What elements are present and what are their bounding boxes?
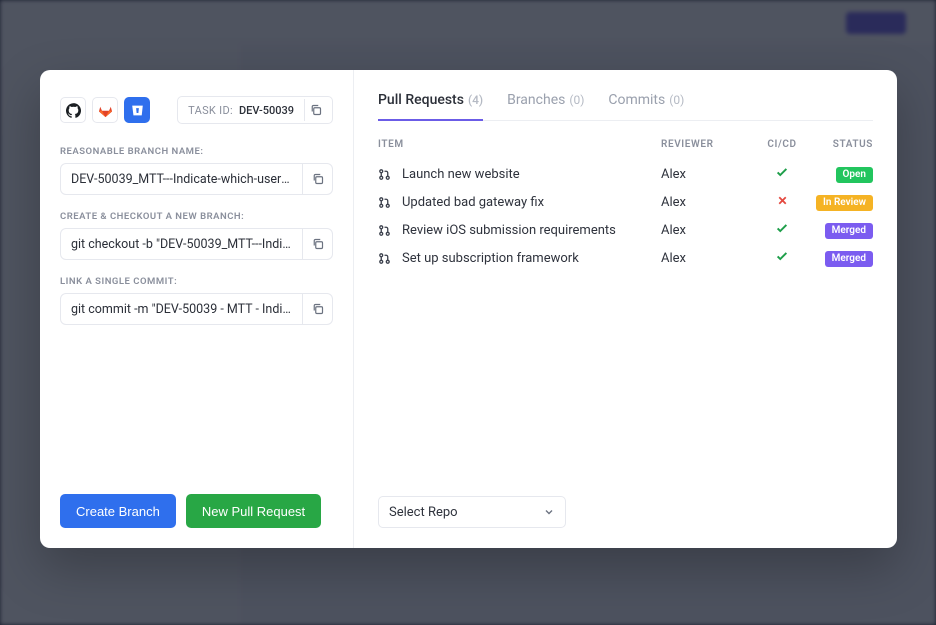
table-header-row: ITEM REVIEWER CI/CD STATUS <box>378 139 873 160</box>
tab-label: Pull Requests <box>378 92 464 108</box>
pull-request-icon <box>378 224 392 237</box>
gitlab-icon[interactable] <box>92 97 118 123</box>
copy-task-id-button[interactable] <box>304 99 326 121</box>
th-item: ITEM <box>378 139 661 150</box>
github-icon[interactable] <box>60 97 86 123</box>
table-row[interactable]: Set up subscription framework Alex Merged <box>378 244 873 272</box>
commit-value: git commit -m "DEV-50039 - MTT - Indicat… <box>61 302 302 317</box>
select-repo-label: Select Repo <box>389 505 458 520</box>
check-icon <box>775 221 789 235</box>
table-row[interactable]: Launch new website Alex Open <box>378 160 873 188</box>
x-icon <box>776 194 789 207</box>
status-badge: Open <box>836 167 874 183</box>
branch-name-label: REASONABLE BRANCH NAME: <box>60 146 333 157</box>
modal-left-panel: TASK ID: DEV-50039 REASONABLE BRANCH NAM… <box>40 70 354 548</box>
tab-count: (0) <box>669 93 684 107</box>
pr-title: Set up subscription framework <box>402 251 579 266</box>
pr-reviewer: Alex <box>661 251 757 266</box>
tab-label: Commits <box>608 92 665 108</box>
git-provider-group <box>60 97 150 123</box>
branch-name-input[interactable]: DEV-50039_MTT---Indicate-which-users-c..… <box>60 163 333 195</box>
tab-commits[interactable]: Commits (0) <box>608 92 684 120</box>
git-integration-modal: TASK ID: DEV-50039 REASONABLE BRANCH NAM… <box>40 70 897 548</box>
pr-title: Launch new website <box>402 167 520 182</box>
copy-checkout-button[interactable] <box>302 229 332 259</box>
tab-count: (4) <box>468 93 483 107</box>
table-row[interactable]: Review iOS submission requirements Alex Me… <box>378 216 873 244</box>
copy-branch-name-button[interactable] <box>302 164 332 194</box>
pr-reviewer: Alex <box>661 195 757 210</box>
status-badge: Merged <box>825 251 873 267</box>
th-status: STATUS <box>807 139 873 150</box>
task-id-box: TASK ID: DEV-50039 <box>177 96 333 124</box>
commit-label: LINK A SINGLE COMMIT: <box>60 276 333 287</box>
check-icon <box>775 165 789 179</box>
checkout-value: git checkout -b "DEV-50039_MTT---Indica.… <box>61 237 302 252</box>
task-id-label: TASK ID: <box>188 104 233 117</box>
pull-request-icon <box>378 252 392 265</box>
tab-branches[interactable]: Branches (0) <box>507 92 584 120</box>
status-badge: In Review <box>816 195 873 211</box>
pr-reviewer: Alex <box>661 223 757 238</box>
copy-commit-button[interactable] <box>302 294 332 324</box>
pr-reviewer: Alex <box>661 167 757 182</box>
pr-title: Review iOS submission requirements <box>402 223 616 238</box>
table-row[interactable]: Updated bad gateway fix Alex In Review <box>378 188 873 216</box>
branch-name-value: DEV-50039_MTT---Indicate-which-users-c..… <box>61 172 302 187</box>
task-id-value: DEV-50039 <box>239 104 294 117</box>
tab-label: Branches <box>507 92 565 108</box>
pull-request-icon <box>378 196 392 209</box>
check-icon <box>775 249 789 263</box>
modal-right-panel: Pull Requests (4) Branches (0) Commits (… <box>354 70 897 548</box>
tab-count: (0) <box>569 93 584 107</box>
checkout-input[interactable]: git checkout -b "DEV-50039_MTT---Indica.… <box>60 228 333 260</box>
new-pull-request-button[interactable]: New Pull Request <box>186 494 321 528</box>
pull-request-icon <box>378 168 392 181</box>
select-repo-dropdown[interactable]: Select Repo <box>378 496 566 528</box>
pr-title: Updated bad gateway fix <box>402 195 544 210</box>
chevron-down-icon <box>543 506 555 518</box>
checkout-label: CREATE & CHECKOUT A NEW BRANCH: <box>60 211 333 222</box>
pull-requests-table: ITEM REVIEWER CI/CD STATUS Launch new we… <box>378 139 873 496</box>
tab-bar: Pull Requests (4) Branches (0) Commits (… <box>378 92 873 121</box>
th-reviewer: REVIEWER <box>661 139 757 150</box>
tab-pull-requests[interactable]: Pull Requests (4) <box>378 92 483 120</box>
commit-input[interactable]: git commit -m "DEV-50039 - MTT - Indicat… <box>60 293 333 325</box>
status-badge: Merged <box>825 223 873 239</box>
bitbucket-icon[interactable] <box>124 97 150 123</box>
create-branch-button[interactable]: Create Branch <box>60 494 176 528</box>
th-cicd: CI/CD <box>757 139 807 150</box>
